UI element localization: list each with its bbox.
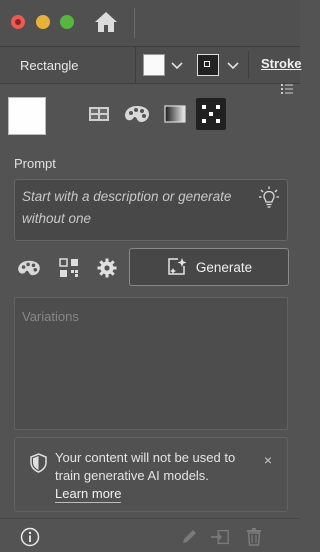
gear-icon <box>97 258 117 278</box>
palette-icon <box>125 106 149 122</box>
gradient-icon <box>164 105 186 123</box>
toolbar-divider <box>134 8 135 38</box>
lightbulb-icon[interactable] <box>259 186 279 210</box>
stroke-label[interactable]: Stroke <box>261 56 301 71</box>
generate-label: Generate <box>195 259 253 275</box>
home-icon[interactable] <box>93 10 119 34</box>
trash-icon[interactable] <box>244 528 264 546</box>
title-bar <box>0 0 300 47</box>
minimize-window-button[interactable] <box>36 15 50 29</box>
control-divider <box>248 51 249 79</box>
layout-grid-icon <box>89 107 109 121</box>
chevron-down-icon[interactable] <box>168 54 186 76</box>
zoom-window-button[interactable] <box>60 15 74 29</box>
chevron-down-icon[interactable] <box>224 54 242 76</box>
prompt-label: Prompt <box>14 156 56 171</box>
notice-close-button[interactable]: × <box>264 453 272 467</box>
layout-grid-button[interactable] <box>84 98 114 130</box>
variations-panel: Variations <box>14 297 288 430</box>
pattern-icon <box>202 105 220 123</box>
fill-color-swatch[interactable] <box>143 54 165 76</box>
export-icon[interactable] <box>210 528 230 546</box>
gradient-style-button[interactable] <box>160 98 190 130</box>
pattern-style-button[interactable] <box>196 98 226 130</box>
shield-icon <box>30 453 47 473</box>
qr-grid-icon <box>59 258 78 277</box>
palette-icon <box>18 260 40 276</box>
pencil-icon[interactable] <box>180 528 200 546</box>
object-type-label: Rectangle <box>14 47 136 83</box>
notice-text: Your content will not be used to train g… <box>55 450 236 483</box>
stroke-color-swatch[interactable] <box>197 54 219 76</box>
variations-label: Variations <box>22 309 79 324</box>
prompt-placeholder: Start with a description or generate wit… <box>22 189 232 226</box>
prompt-input[interactable]: Start with a description or generate wit… <box>14 179 288 241</box>
generate-button[interactable]: Generate <box>129 248 289 286</box>
generate-sparkle-icon <box>168 258 187 275</box>
ai-training-notice: Your content will not be used to train g… <box>14 437 288 512</box>
learn-more-link[interactable]: Learn more <box>55 486 122 503</box>
close-window-button[interactable] <box>11 15 25 29</box>
info-icon[interactable] <box>20 527 40 547</box>
style-palette-button[interactable] <box>17 257 41 279</box>
panel-menu-icon[interactable] <box>281 84 293 94</box>
pattern-grid-button[interactable] <box>57 257 81 279</box>
footer-divider <box>0 518 300 519</box>
palette-style-button[interactable] <box>122 98 152 130</box>
settings-button[interactable] <box>95 257 119 279</box>
preview-swatch[interactable] <box>8 97 46 135</box>
